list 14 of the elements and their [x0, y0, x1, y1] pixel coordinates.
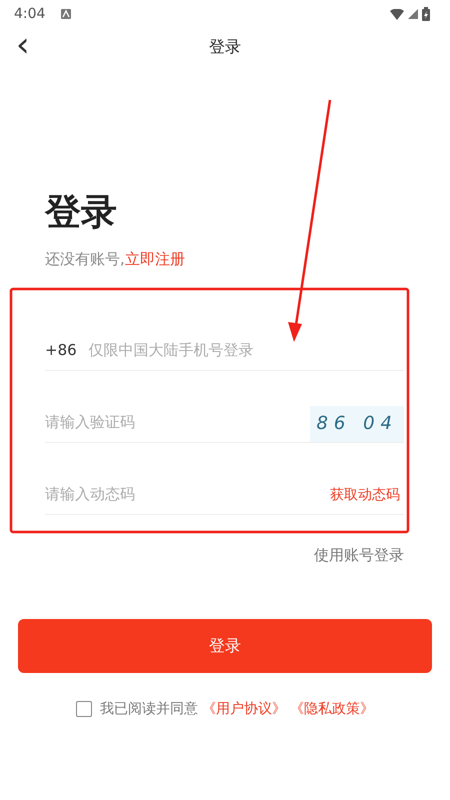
back-button[interactable]: ‹	[12, 28, 34, 62]
account-login-link[interactable]: 使用账号登录	[314, 544, 404, 566]
login-heading: 登录	[45, 191, 118, 234]
get-code-button[interactable]: 获取动态码	[330, 484, 400, 506]
register-prompt: 还没有账号,	[45, 250, 125, 268]
policy-link[interactable]: 《隐私政策》	[290, 698, 374, 720]
login-button[interactable]: 登录	[18, 618, 432, 673]
page-title: 登录	[209, 36, 241, 58]
policy-link[interactable]: 《用户协议》	[202, 698, 286, 720]
register-link[interactable]: 立即注册	[124, 250, 185, 268]
agreement-text: 我已阅读并同意	[100, 700, 198, 719]
captcha-image[interactable]: 86 04	[310, 406, 404, 442]
country-code: +86	[45, 340, 77, 362]
status-time: 4:04	[14, 4, 46, 24]
